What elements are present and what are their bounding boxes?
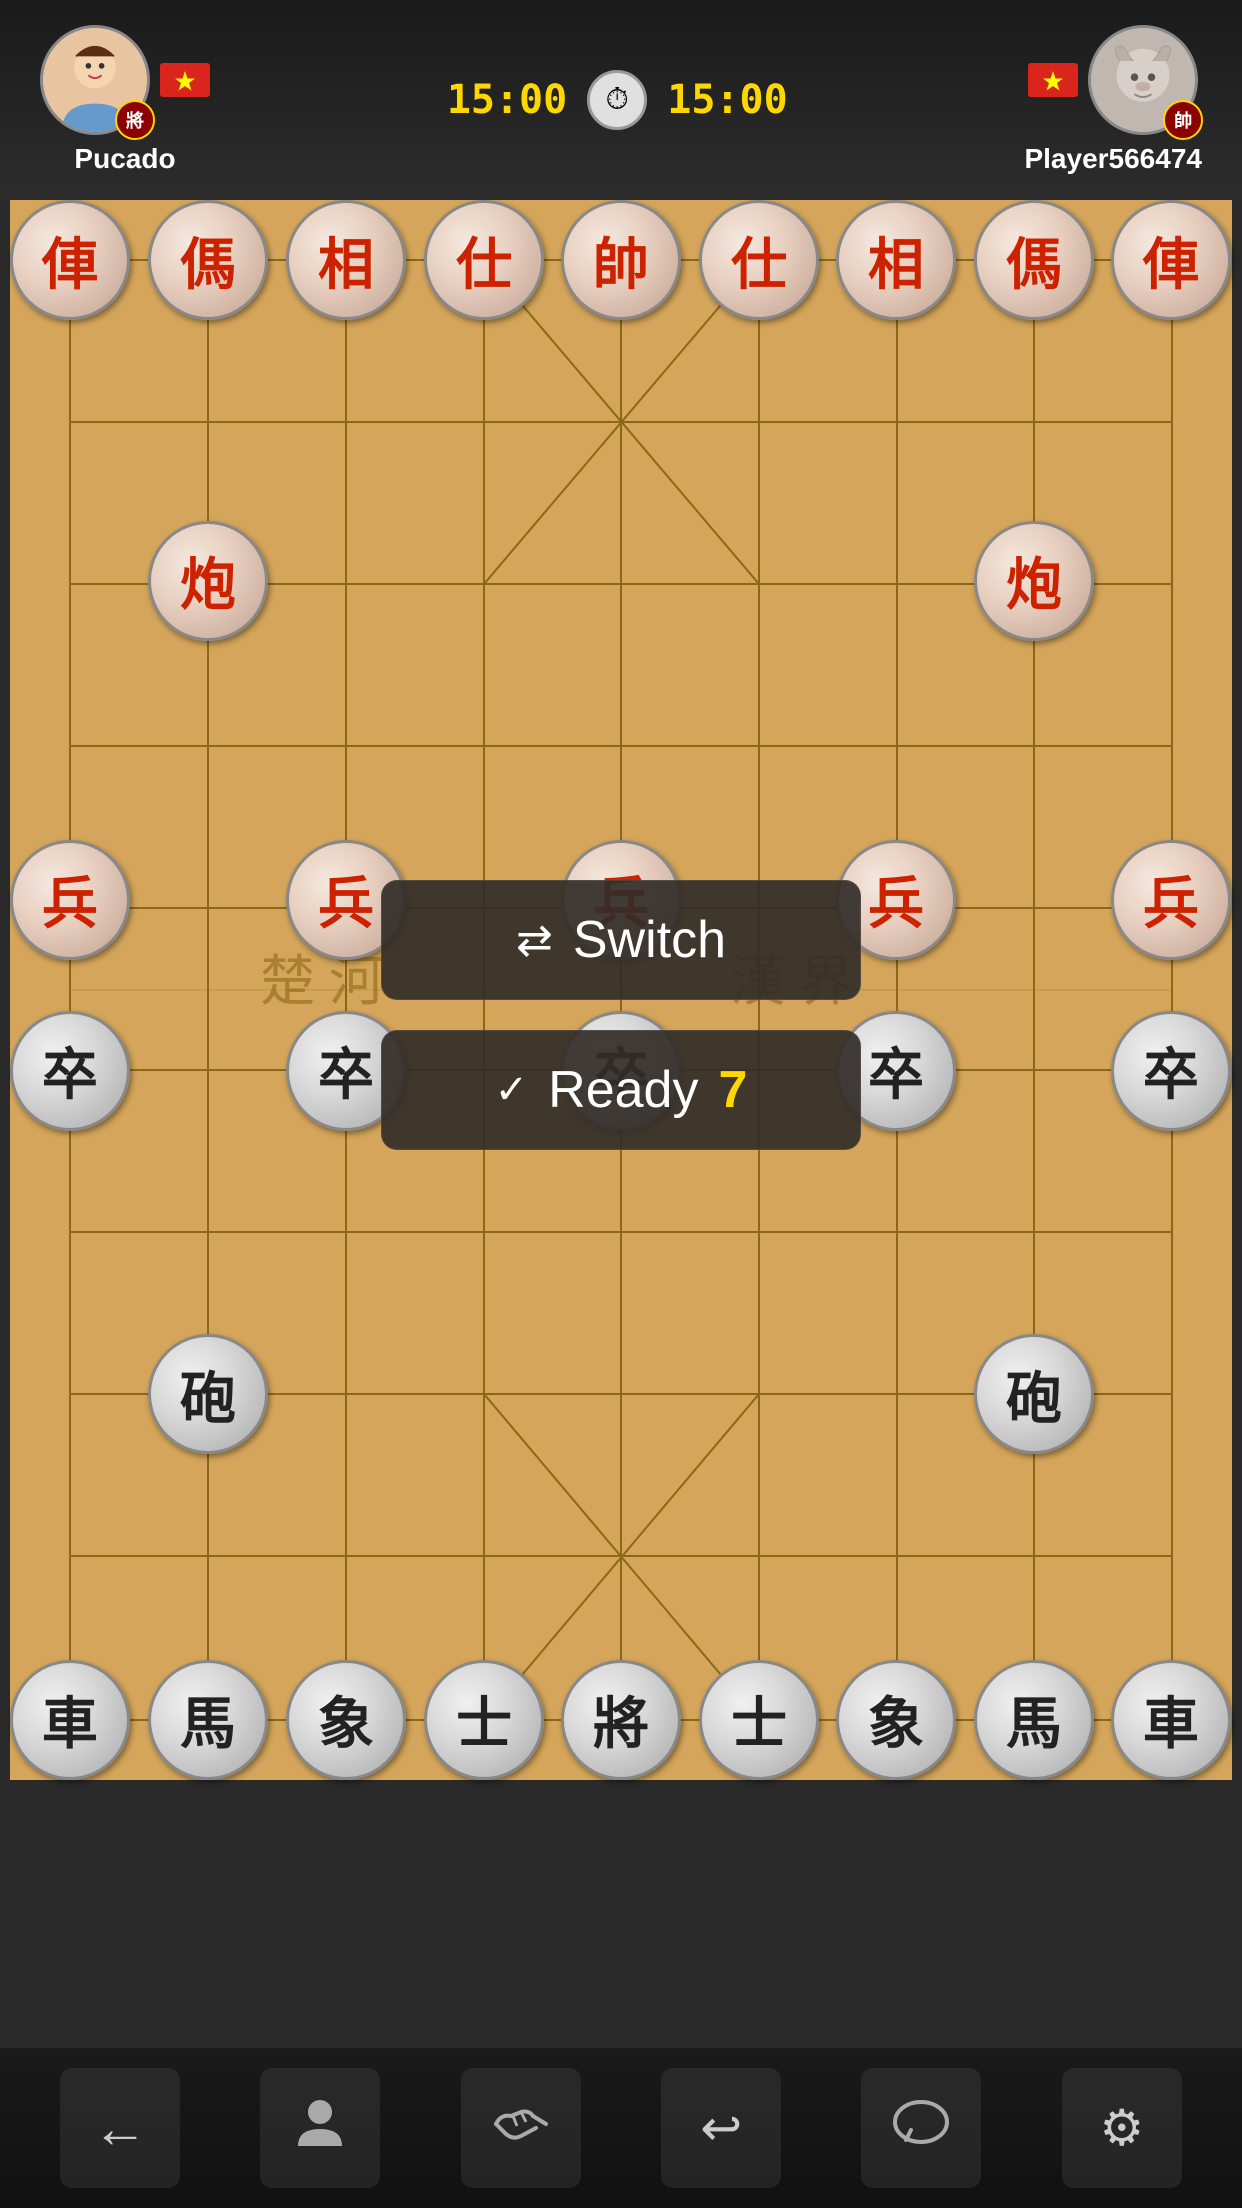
ready-checkmark-icon: ✓ (495, 1067, 529, 1113)
piece-red-ma2[interactable]: 傌 (974, 200, 1094, 320)
settings-icon: ⚙ (1099, 2099, 1144, 2157)
piece-red-xiang1[interactable]: 相 (286, 200, 406, 320)
piece-red-bing1[interactable]: 兵 (10, 840, 130, 960)
switch-label: Switch (573, 910, 726, 970)
piece-black-ma2[interactable]: 馬 (974, 1660, 1094, 1780)
piece-black-ju2[interactable]: 車 (1111, 1660, 1231, 1780)
switch-button[interactable]: ⇄ Switch (381, 880, 861, 1000)
svg-text:楚 河: 楚 河 (260, 951, 384, 1012)
piece-red-xiang2[interactable]: 相 (836, 200, 956, 320)
piece-black-pao1[interactable]: 砲 (148, 1334, 268, 1454)
player1-timer: 15:00 (447, 77, 567, 123)
back-icon: ← (93, 2096, 148, 2160)
piece-black-pao2[interactable]: 砲 (974, 1334, 1094, 1454)
piece-red-shuai[interactable]: 帥 (561, 200, 681, 320)
ready-label: Ready (548, 1060, 698, 1120)
piece-red-pao2[interactable]: 炮 (974, 521, 1094, 641)
game-header: 將 Pucado 15:00 ⏱ 15:00 (0, 0, 1242, 200)
piece-black-jiang[interactable]: 將 (561, 1660, 681, 1780)
back-button[interactable]: ← (60, 2068, 180, 2188)
player1-name: Pucado (74, 143, 175, 175)
player-icon (293, 2094, 348, 2162)
chat-icon (891, 2094, 951, 2162)
piece-red-ma1[interactable]: 傌 (148, 200, 268, 320)
piece-black-xiang1[interactable]: 象 (286, 1660, 406, 1780)
player1-avatar: 將 (40, 25, 150, 135)
piece-red-shi1[interactable]: 仕 (424, 200, 544, 320)
player1-flag (160, 63, 210, 97)
bottom-toolbar: ← ↩ ⚙ (0, 2048, 1242, 2208)
player2-name: Player566474 (1024, 143, 1202, 175)
player1-info: 將 Pucado (40, 25, 210, 175)
piece-black-ma1[interactable]: 馬 (148, 1660, 268, 1780)
piece-black-zu5[interactable]: 卒 (1111, 1011, 1231, 1131)
chat-button[interactable] (861, 2068, 981, 2188)
piece-red-ju1[interactable]: 俥 (10, 200, 130, 320)
ready-button[interactable]: ✓ Ready 7 (381, 1030, 861, 1150)
player2-rank-badge: 帥 (1163, 100, 1203, 140)
handshake-icon (491, 2094, 551, 2162)
piece-black-zu1[interactable]: 卒 (10, 1011, 130, 1131)
timer-section: 15:00 ⏱ 15:00 (447, 70, 788, 130)
settings-button[interactable]: ⚙ (1062, 2068, 1182, 2188)
player2-flag (1028, 63, 1078, 97)
piece-black-shi1[interactable]: 士 (424, 1660, 544, 1780)
piece-black-shi2[interactable]: 士 (699, 1660, 819, 1780)
piece-red-ju2[interactable]: 俥 (1111, 200, 1231, 320)
ready-countdown: 7 (718, 1060, 747, 1120)
player1-rank-badge: 將 (115, 100, 155, 140)
piece-red-bing5[interactable]: 兵 (1111, 840, 1231, 960)
player2-info: 帥 Player566474 (1024, 25, 1202, 175)
piece-black-xiang2[interactable]: 象 (836, 1660, 956, 1780)
piece-red-pao1[interactable]: 炮 (148, 521, 268, 641)
undo-button[interactable]: ↩ (661, 2068, 781, 2188)
player2-avatar: 帥 (1088, 25, 1198, 135)
piece-black-ju1[interactable]: 車 (10, 1660, 130, 1780)
clock-icon: ⏱ (587, 70, 647, 130)
undo-icon: ↩ (700, 2099, 742, 2157)
board-container: 楚 河 漢 界 俥 傌 相 仕 帥 仕 相 傌 俥 炮 炮 兵 兵 兵 兵 (10, 200, 1232, 1780)
piece-red-shi2[interactable]: 仕 (699, 200, 819, 320)
handshake-button[interactable] (461, 2068, 581, 2188)
player-button[interactable] (260, 2068, 380, 2188)
player2-timer: 15:00 (667, 77, 787, 123)
switch-icon: ⇄ (516, 915, 553, 966)
chess-board[interactable]: 楚 河 漢 界 俥 傌 相 仕 帥 仕 相 傌 俥 炮 炮 兵 兵 兵 兵 (10, 200, 1232, 1780)
